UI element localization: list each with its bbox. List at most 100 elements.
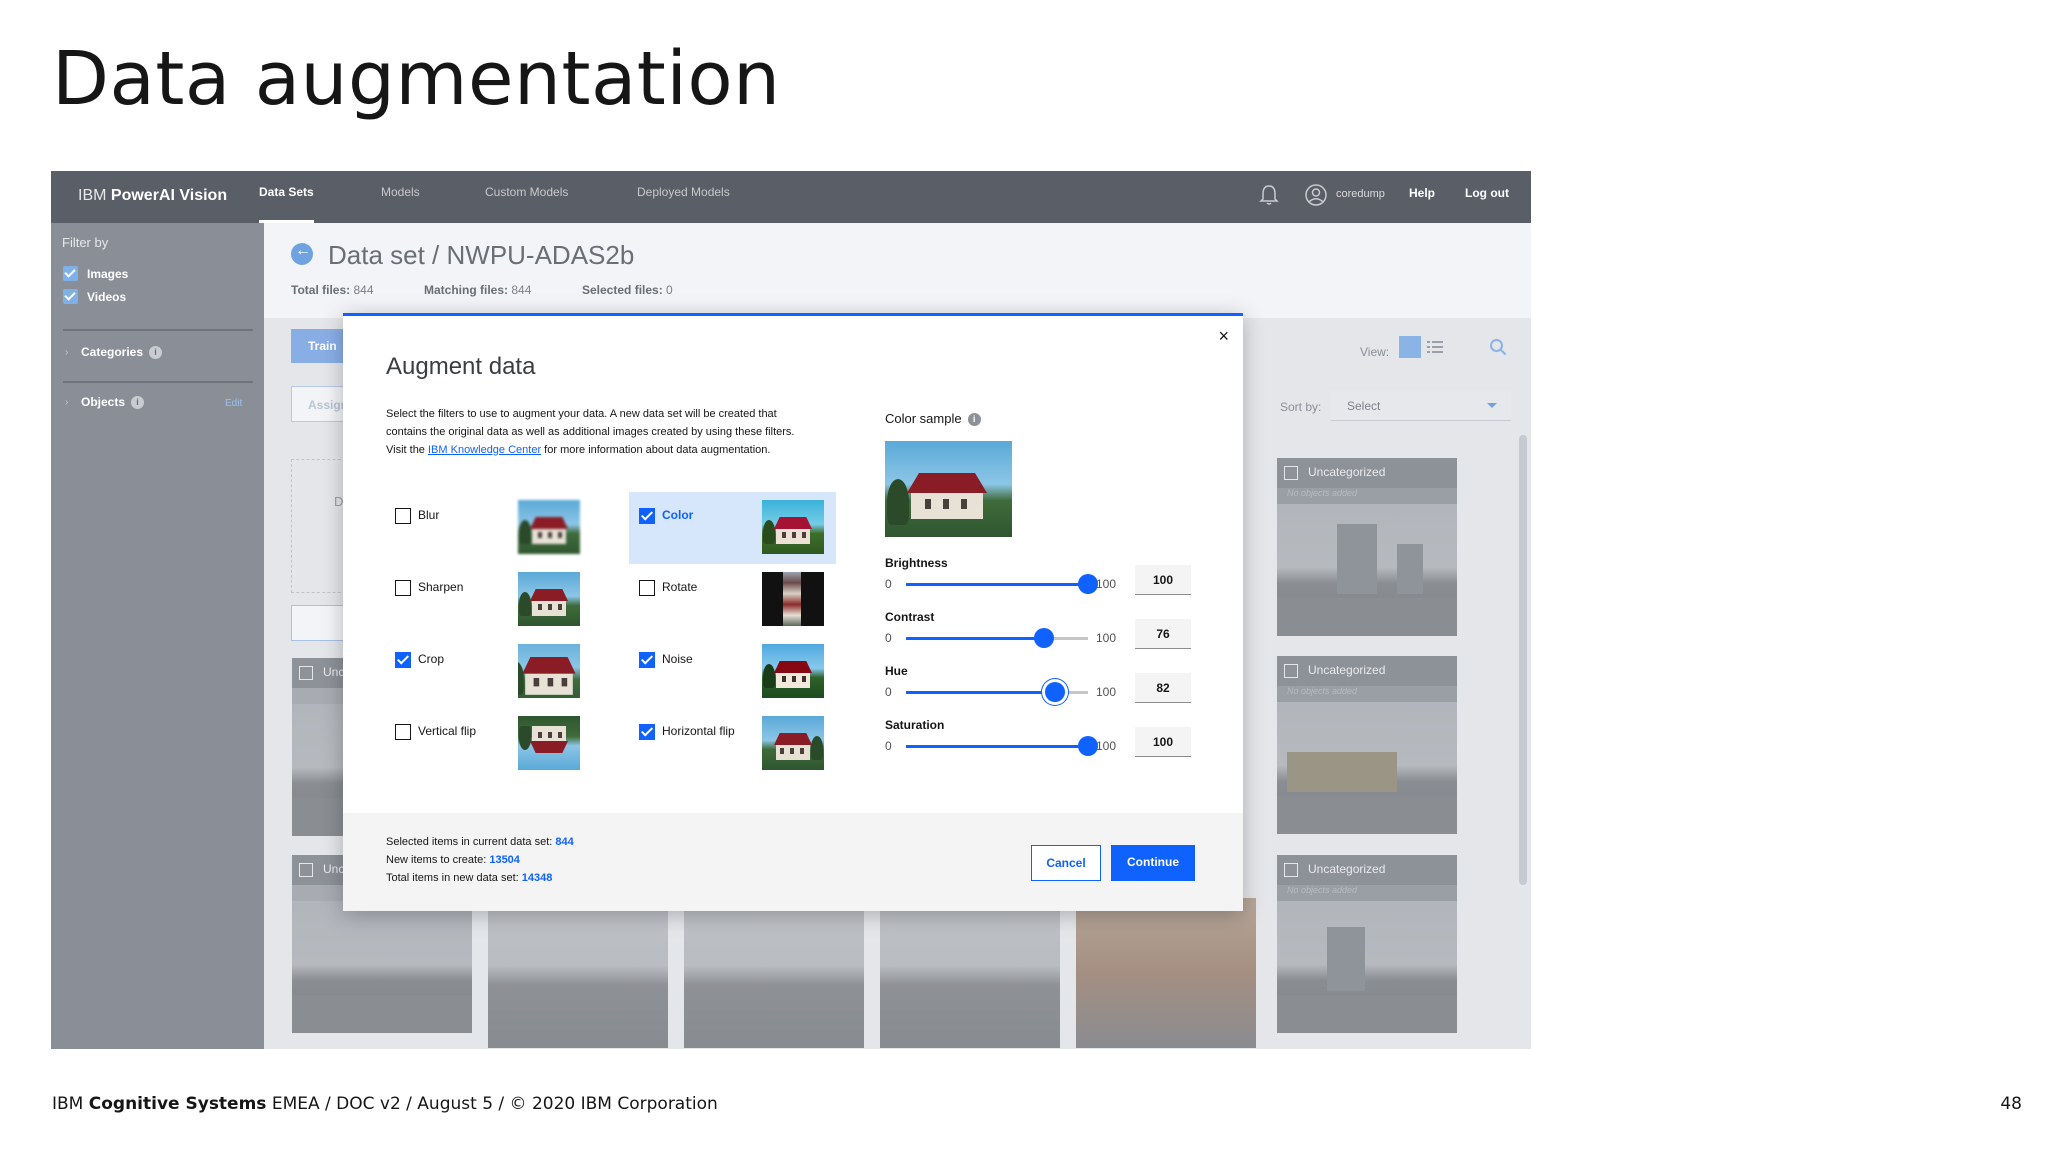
logout-link[interactable]: Log out [1465,186,1509,200]
tile-checkbox[interactable] [299,666,313,680]
filter-color[interactable]: Color [629,492,836,564]
brightness-input[interactable]: 100 [1135,565,1191,595]
filter-sharpen[interactable]: Sharpen [385,564,592,636]
info-icon[interactable]: i [967,413,981,427]
crop-preview [518,644,580,698]
assign-button[interactable]: Assign [291,386,351,422]
hue-slider[interactable] [906,682,1088,702]
dropzone[interactable]: D [291,459,351,593]
slider-handle[interactable] [1078,736,1098,756]
saturation-slider[interactable] [906,736,1098,756]
horizontal-flip-preview [762,716,824,770]
image-tile[interactable] [1076,898,1256,1048]
user-icon[interactable] [1304,183,1328,207]
color-sample-text: Color sample [885,411,962,426]
matching-files-value: 844 [511,283,532,297]
chevron-right-icon[interactable]: › [65,397,68,408]
grid-view-icon[interactable] [1399,336,1421,358]
vertical-flip-preview [518,716,580,770]
info-icon[interactable]: i [131,396,145,410]
blur-checkbox[interactable] [395,508,411,524]
filter-blur[interactable]: Blur [385,492,592,564]
rotate-checkbox[interactable] [639,580,655,596]
selected-files-stat: Selected files: 0 [582,283,673,297]
dataset-header: Data set / NWPU-ADAS2b Total files: 844 … [264,223,1531,318]
slider-min: 0 [885,685,892,699]
list-view-icon[interactable] [1427,340,1443,354]
slider-label: Saturation [885,718,945,732]
images-checkbox[interactable] [63,266,78,281]
tile-category: Unc [323,862,345,876]
slider-label: Brightness [885,556,948,570]
slider-label: Hue [885,664,908,678]
slider-handle[interactable] [1045,682,1065,702]
filter-noise[interactable]: Noise [629,636,836,708]
tab-models[interactable]: Models [381,183,420,223]
back-arrow-icon[interactable] [291,242,313,265]
filter-rotate[interactable]: Rotate [629,564,836,636]
hue-input[interactable]: 82 [1135,673,1191,703]
search-icon[interactable] [1489,338,1507,356]
tab-custom-models[interactable]: Custom Models [485,183,568,223]
tile-checkbox[interactable] [1284,863,1298,877]
brightness-slider[interactable] [906,574,1098,594]
bell-icon[interactable] [1258,183,1280,207]
saturation-input[interactable]: 100 [1135,727,1191,757]
knowledge-center-link[interactable]: IBM Knowledge Center [428,444,541,456]
close-icon[interactable]: × [1218,326,1229,347]
rotate-preview [762,572,824,626]
edit-objects-link[interactable]: Edit [225,398,242,409]
tile-checkbox[interactable] [1284,466,1298,480]
summary-value: 844 [555,836,574,848]
videos-checkbox[interactable] [63,289,78,304]
horizontal-flip-checkbox[interactable] [639,724,655,740]
crop-checkbox[interactable] [395,652,411,668]
image-tile[interactable] [684,898,864,1048]
tab-data-sets[interactable]: Data Sets [259,183,314,223]
vertical-flip-checkbox[interactable] [395,724,411,740]
filter-crop[interactable]: Crop [385,636,592,708]
chevron-right-icon[interactable]: › [65,347,68,358]
footer-bold: Cognitive Systems [88,1094,267,1114]
sharpen-checkbox[interactable] [395,580,411,596]
filter-by-heading: Filter by [62,235,109,250]
footer-text: EMEA / DOC v2 / August 5 / © 2020 IBM Co… [271,1094,718,1114]
augment-data-modal: × Augment data Select the filters to use… [343,313,1243,911]
summary-value: 13504 [489,854,520,866]
categories-section[interactable]: Categories i [81,345,163,360]
info-icon[interactable]: i [149,346,163,360]
tile-checkbox[interactable] [299,863,313,877]
slider-handle[interactable] [1078,574,1098,594]
scrollbar[interactable] [1519,435,1527,885]
image-tile[interactable]: Uncategorized No objects added [1277,458,1457,636]
slider-handle[interactable] [1034,628,1054,648]
filter-label: Sharpen [418,580,464,594]
cancel-button[interactable]: Cancel [1031,845,1101,881]
filter-label: Color [662,508,694,522]
filter-vertical-flip[interactable]: Vertical flip [385,708,592,780]
tile-objects-note: No objects added [1277,686,1457,702]
tile-category: Unc [323,665,345,679]
noise-checkbox[interactable] [639,652,655,668]
image-tile[interactable]: Uncategorized No objects added [1277,656,1457,834]
filter-label: Horizontal flip [662,724,735,738]
filter-horizontal-flip[interactable]: Horizontal flip [629,708,836,780]
objects-section[interactable]: Objects i [81,395,145,410]
contrast-input[interactable]: 76 [1135,619,1191,649]
username[interactable]: coredump [1336,188,1385,200]
image-tile[interactable] [880,898,1060,1048]
tab-deployed-models[interactable]: Deployed Models [637,183,730,223]
tile-checkbox[interactable] [1284,664,1298,678]
blur-preview [518,500,580,554]
continue-button[interactable]: Continue [1111,845,1195,881]
brand-prefix: IBM [78,187,107,204]
image-tile[interactable]: Uncategorized No objects added [1277,855,1457,1033]
sort-select[interactable]: Select [1331,391,1511,421]
help-link[interactable]: Help [1409,186,1435,200]
color-checkbox[interactable] [639,508,655,524]
train-button[interactable]: Train [291,329,351,363]
contrast-slider[interactable] [906,628,1088,648]
image-tile[interactable] [488,898,668,1048]
outline-button[interactable] [291,605,351,641]
app-brand[interactable]: IBM PowerAI Vision [78,187,227,205]
